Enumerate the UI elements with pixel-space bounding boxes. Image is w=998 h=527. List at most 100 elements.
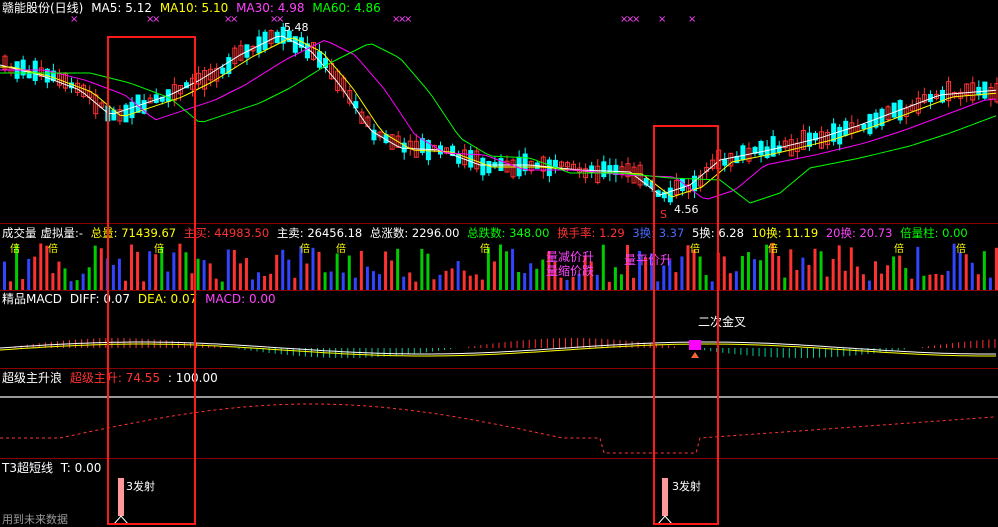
volume-bar (275, 254, 279, 290)
volume-bar (807, 265, 811, 290)
candle-body (26, 72, 32, 79)
volume-bar (87, 267, 91, 290)
candle-body (837, 126, 843, 145)
volume-bar (982, 251, 986, 290)
candle-body (861, 124, 867, 130)
volume-bar (819, 251, 823, 290)
volume-bar (910, 278, 914, 290)
volume-bar (928, 274, 932, 290)
candle-body (891, 102, 897, 118)
volume-bar (438, 274, 442, 290)
candle-body (867, 113, 873, 135)
cross-marker: × (70, 14, 78, 25)
volume-bar (861, 274, 865, 290)
volume-bar (323, 272, 327, 290)
candle-body (982, 81, 988, 99)
volume-bar (353, 277, 357, 290)
volume-bar (873, 261, 877, 290)
volume-bar (613, 267, 617, 290)
volume-bar (728, 273, 732, 290)
volume-bar (293, 277, 297, 290)
volume-bar (402, 276, 406, 290)
candle-body (843, 120, 849, 136)
candle-body (758, 140, 764, 156)
volume-bar (75, 280, 79, 290)
volume-bar (93, 245, 97, 290)
volume-bar (365, 266, 369, 290)
volume-bar (946, 270, 950, 290)
volume-bar (305, 263, 309, 290)
candle-body (722, 158, 728, 166)
bei-marker: 倍 (336, 242, 346, 255)
cross-marker: × (658, 14, 666, 25)
volume-bar (789, 249, 793, 290)
volume-bar (619, 274, 623, 290)
bei-marker: 倍 (10, 242, 20, 255)
volume-bar (263, 275, 267, 290)
volume-bar (740, 255, 744, 290)
volume-bar (335, 253, 339, 290)
volume-bar (988, 277, 992, 290)
volume-bar (63, 268, 67, 290)
volume-bar (498, 244, 502, 290)
volume-bar (220, 281, 224, 290)
bei-marker: 倍 (480, 242, 490, 255)
volume-bar (565, 279, 569, 290)
candle-body (456, 153, 462, 164)
cross-marker: × (688, 14, 696, 25)
cross-marker: × (404, 14, 412, 25)
volume-bar (559, 277, 563, 290)
volume-bar (892, 256, 896, 290)
volume-bar (783, 277, 787, 290)
highlight-frame-right (653, 125, 719, 525)
bei-marker: 倍 (894, 242, 904, 255)
volume-bar (867, 280, 871, 290)
volume-bar (468, 275, 472, 290)
bei-marker: 倍 (956, 242, 966, 255)
candle-body (480, 157, 486, 176)
volume-bar (226, 249, 230, 290)
volume-bar (523, 273, 527, 290)
volume-bar (849, 247, 853, 290)
highlight-frame-left (107, 36, 196, 525)
volume-bar (517, 272, 521, 290)
volume-bar (196, 258, 200, 290)
volume-bar (632, 277, 636, 290)
volume-bar (317, 251, 321, 290)
future-data-note: 用到未来数据 (2, 513, 68, 526)
volume-bar (535, 268, 539, 290)
bei-marker: 倍 (300, 242, 310, 255)
volume-bar (759, 260, 763, 290)
volume-bar (480, 279, 484, 290)
candle-body (522, 153, 528, 172)
candle-body (776, 145, 782, 153)
volume-bar (408, 272, 412, 290)
volume-bar (250, 279, 254, 290)
volume-bar (831, 258, 835, 290)
volume-bar (359, 250, 363, 290)
volume-bar (801, 257, 805, 290)
volume-bar (208, 263, 212, 290)
volume-bar (934, 273, 938, 290)
volume-bar (39, 243, 43, 290)
volume-bar (396, 248, 400, 290)
volume-bar (3, 261, 6, 290)
volume-bar (384, 251, 388, 290)
volume-bar (777, 256, 781, 290)
volume-bar (964, 254, 968, 290)
volume-bar (269, 273, 273, 290)
volume-bar (81, 273, 85, 290)
volume-bar (474, 274, 478, 290)
volume-bar (311, 247, 315, 290)
volume-bar (601, 244, 605, 290)
volume-bar (202, 260, 206, 290)
high-price-label: 5.48 (284, 21, 309, 34)
volume-bar (529, 263, 533, 290)
candle-body (220, 67, 226, 74)
vol-annotation-2: 量缩价跌 (546, 264, 595, 278)
volume-bar (837, 245, 841, 290)
volume-bar (880, 273, 884, 290)
volume-bar (970, 262, 974, 290)
volume-bar (371, 271, 375, 290)
cross-marker: × (632, 14, 640, 25)
